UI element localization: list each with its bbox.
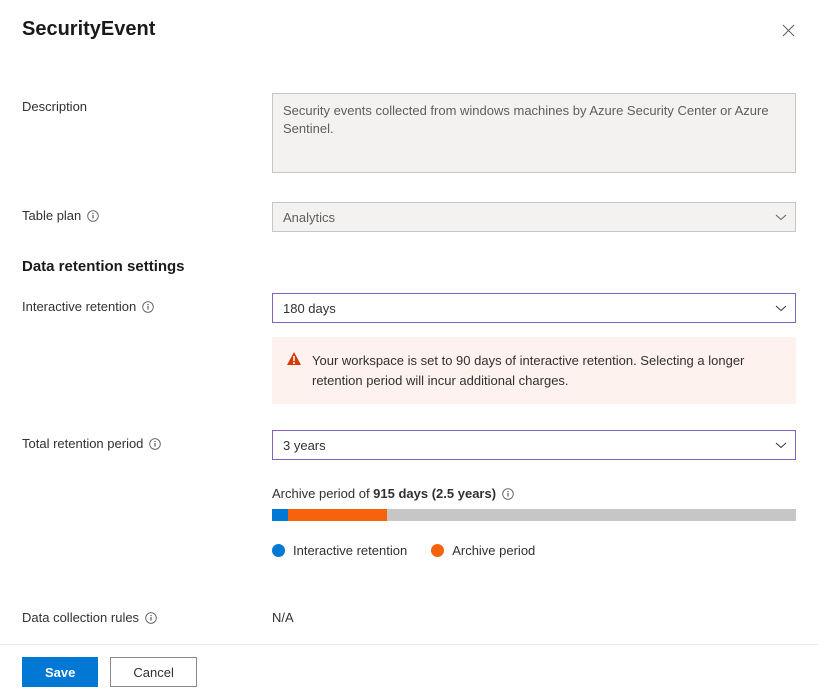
table-plan-value: Analytics: [283, 210, 767, 225]
table-plan-label: Table plan: [22, 208, 81, 223]
data-collection-rules-label: Data collection rules: [22, 610, 139, 625]
info-icon[interactable]: [502, 488, 514, 500]
legend-dot-archive: [431, 544, 444, 557]
close-icon: [782, 24, 795, 37]
chevron-down-icon: [775, 210, 787, 225]
retention-legend: Interactive retention Archive period: [272, 543, 796, 558]
legend-archive-label: Archive period: [452, 543, 535, 558]
legend-interactive-label: Interactive retention: [293, 543, 407, 558]
bar-interactive-segment: [272, 509, 288, 521]
interactive-retention-label: Interactive retention: [22, 299, 136, 314]
total-retention-label: Total retention period: [22, 436, 143, 451]
warning-message: Your workspace is set to 90 days of inte…: [272, 337, 796, 404]
description-label: Description: [22, 93, 272, 114]
total-retention-select[interactable]: 3 years: [272, 430, 796, 460]
interactive-retention-select[interactable]: 180 days: [272, 293, 796, 323]
cancel-button[interactable]: Cancel: [110, 657, 196, 687]
panel-title: SecurityEvent: [22, 18, 155, 41]
archive-period-text: Archive period of 915 days (2.5 years): [272, 486, 796, 501]
warning-icon: [286, 351, 302, 373]
retention-bar: [272, 509, 796, 521]
interactive-retention-value: 180 days: [283, 301, 767, 316]
data-collection-rules-value: N/A: [272, 610, 294, 625]
info-icon[interactable]: [149, 438, 161, 450]
info-icon[interactable]: [142, 301, 154, 313]
bar-archive-segment: [288, 509, 388, 521]
legend-dot-interactive: [272, 544, 285, 557]
description-textarea: [272, 93, 796, 173]
info-icon[interactable]: [145, 612, 157, 624]
close-button[interactable]: [780, 22, 796, 38]
table-plan-select: Analytics: [272, 202, 796, 232]
total-retention-value: 3 years: [283, 438, 767, 453]
chevron-down-icon: [775, 301, 787, 316]
warning-text: Your workspace is set to 90 days of inte…: [312, 353, 744, 388]
retention-heading: Data retention settings: [22, 258, 796, 275]
save-button[interactable]: Save: [22, 657, 98, 687]
info-icon[interactable]: [87, 210, 99, 222]
chevron-down-icon: [775, 438, 787, 453]
